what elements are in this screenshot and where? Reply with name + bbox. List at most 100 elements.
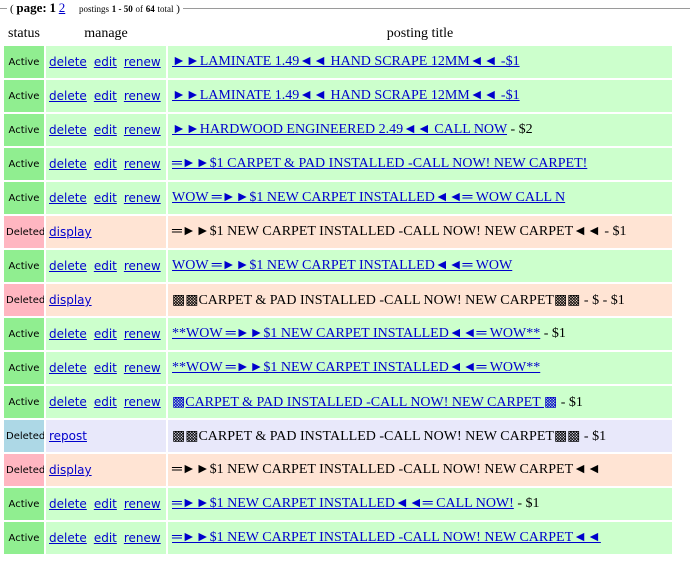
posting-title-cell: **WOW ═►►$1 NEW CARPET INSTALLED◄◄═ WOW*… (168, 318, 672, 350)
manage-cell: delete edit renew (46, 386, 166, 418)
edit-link[interactable]: edit (94, 259, 117, 273)
edit-link[interactable]: edit (94, 123, 117, 137)
posting-title-cell: ═►►$1 NEW CARPET INSTALLED◄◄═ CALL NOW! … (168, 488, 672, 520)
renew-link[interactable]: renew (124, 327, 161, 341)
status-badge: Active (4, 46, 44, 78)
edit-link[interactable]: edit (94, 55, 117, 69)
delete-link[interactable]: delete (49, 191, 87, 205)
renew-link[interactable]: renew (124, 497, 161, 511)
status-badge: Active (4, 386, 44, 418)
renew-link[interactable]: renew (124, 89, 161, 103)
status-badge: Active (4, 488, 44, 520)
manage-cell: delete edit renew (46, 318, 166, 350)
posting-title-cell: **WOW ═►►$1 NEW CARPET INSTALLED◄◄═ WOW*… (168, 352, 672, 384)
postings-rows: Active delete edit renew ►►LAMINATE 1.49◄◄ H… (4, 46, 672, 554)
table-row: Active delete edit renew ═►►$1 CARPET & PAD … (4, 148, 672, 180)
status-badge: Active (4, 182, 44, 214)
posting-title-link[interactable]: ►►HARDWOOD ENGINEERED 2.49◄◄ CALL NOW (172, 122, 507, 137)
display-link[interactable]: display (49, 293, 92, 307)
renew-link[interactable]: renew (124, 531, 161, 545)
posting-title-link[interactable]: **WOW ═►►$1 NEW CARPET INSTALLED◄◄═ WOW*… (172, 326, 540, 341)
posting-title-text: ▩▩CARPET & PAD INSTALLED -CALL NOW! NEW … (172, 292, 581, 308)
edit-link[interactable]: edit (94, 361, 117, 375)
posting-title-link[interactable]: ▩CARPET & PAD INSTALLED -CALL NOW! NEW C… (172, 395, 557, 410)
renew-link[interactable]: renew (124, 55, 161, 69)
edit-link[interactable]: edit (94, 327, 117, 341)
edit-link[interactable]: edit (94, 497, 117, 511)
posting-title-cell: ►►LAMINATE 1.49◄◄ HAND SCRAPE 12MM◄◄ -$1 (168, 80, 672, 112)
status-header: status (4, 24, 44, 44)
manage-cell: display (46, 216, 166, 248)
table-row: Active delete edit renew ►►HARDWOOD ENGINEER… (4, 114, 672, 146)
manage-cell: delete edit renew (46, 182, 166, 214)
posting-title-link[interactable]: **WOW ═►►$1 NEW CARPET INSTALLED◄◄═ WOW*… (172, 360, 540, 375)
posting-title-cell: WOW ═►►$1 NEW CARPET INSTALLED◄◄═ WOW (168, 250, 672, 282)
posting-title-link[interactable]: WOW ═►►$1 NEW CARPET INSTALLED◄◄═ WOW (172, 258, 512, 273)
repost-link[interactable]: repost (49, 429, 87, 443)
renew-link[interactable]: renew (124, 259, 161, 273)
manage-header: manage (46, 24, 166, 44)
delete-link[interactable]: delete (49, 327, 87, 341)
page-2-link[interactable]: 2 (59, 0, 66, 15)
delete-link[interactable]: delete (49, 497, 87, 511)
delete-link[interactable]: delete (49, 531, 87, 545)
status-badge: Active (4, 522, 44, 554)
delete-link[interactable]: delete (49, 395, 87, 409)
posting-title-link[interactable]: ═►►$1 NEW CARPET INSTALLED◄◄═ CALL NOW! (172, 496, 514, 511)
posting-title-link[interactable]: ►►LAMINATE 1.49◄◄ HAND SCRAPE 12MM◄◄ -$1 (172, 88, 520, 103)
edit-link[interactable]: edit (94, 157, 117, 171)
posting-title-text: ═►►$1 NEW CARPET INSTALLED -CALL NOW! NE… (172, 462, 601, 477)
renew-link[interactable]: renew (124, 157, 161, 171)
posting-title-link[interactable]: ►►LAMINATE 1.49◄◄ HAND SCRAPE 12MM◄◄ -$1 (172, 54, 520, 69)
postings-range: 1 - 50 (111, 4, 133, 14)
status-badge: Deleted (4, 420, 44, 452)
delete-link[interactable]: delete (49, 259, 87, 273)
posting-price: - $ - $1 (580, 292, 625, 308)
renew-link[interactable]: renew (124, 123, 161, 137)
table-header-row: status manage posting title (4, 24, 672, 44)
posting-title-cell: ═►►$1 NEW CARPET INSTALLED -CALL NOW! NE… (168, 522, 672, 554)
posting-price: - $1 (513, 496, 540, 511)
status-badge: Active (4, 318, 44, 350)
postings-table: status manage posting title Active delete… (2, 22, 674, 556)
delete-link[interactable]: delete (49, 89, 87, 103)
manage-cell: delete edit renew (46, 46, 166, 78)
edit-link[interactable]: edit (94, 395, 117, 409)
table-row: Active delete edit renew **WOW ═►►$1 NEW CAR… (4, 318, 672, 350)
display-link[interactable]: display (49, 225, 92, 239)
delete-link[interactable]: delete (49, 55, 87, 69)
posting-title-text: ═►►$1 NEW CARPET INSTALLED -CALL NOW! NE… (172, 224, 601, 239)
delete-link[interactable]: delete (49, 123, 87, 137)
table-row: Active delete edit renew ═►►$1 NEW CARPET IN… (4, 488, 672, 520)
status-badge: Active (4, 114, 44, 146)
edit-link[interactable]: edit (94, 191, 117, 205)
renew-link[interactable]: renew (124, 395, 161, 409)
posting-title-link[interactable]: ═►►$1 CARPET & PAD INSTALLED -CALL NOW! … (172, 156, 587, 171)
edit-link[interactable]: edit (94, 89, 117, 103)
delete-link[interactable]: delete (49, 157, 87, 171)
renew-link[interactable]: renew (124, 191, 161, 205)
posting-title-link[interactable]: ═►►$1 NEW CARPET INSTALLED -CALL NOW! NE… (172, 530, 601, 545)
posting-title-cell: ►►HARDWOOD ENGINEERED 2.49◄◄ CALL NOW - … (168, 114, 672, 146)
table-row: Deleted repost ▩▩CARPET & PAD INSTALLED -C… (4, 420, 672, 452)
postings-total: 64 (145, 4, 155, 14)
status-badge: Deleted (4, 284, 44, 316)
table-row: Active delete edit renew **WOW ═►►$1 NEW CAR… (4, 352, 672, 384)
manage-cell: delete edit renew (46, 250, 166, 282)
current-page: 1 (49, 0, 57, 15)
display-link[interactable]: display (49, 463, 92, 477)
posting-price: - $1 (580, 428, 607, 444)
posting-title-link[interactable]: WOW ═►►$1 NEW CARPET INSTALLED◄◄═ WOW CA… (172, 190, 565, 205)
renew-link[interactable]: renew (124, 361, 161, 375)
manage-cell: delete edit renew (46, 80, 166, 112)
posting-title-cell: WOW ═►►$1 NEW CARPET INSTALLED◄◄═ WOW CA… (168, 182, 672, 214)
posting-title-cell: ═►►$1 NEW CARPET INSTALLED -CALL NOW! NE… (168, 216, 672, 248)
status-badge: Active (4, 250, 44, 282)
manage-cell: repost (46, 420, 166, 452)
manage-cell: delete edit renew (46, 148, 166, 180)
delete-link[interactable]: delete (49, 361, 87, 375)
table-row: Active delete edit renew ═►►$1 NEW CARPET IN… (4, 522, 672, 554)
edit-link[interactable]: edit (94, 531, 117, 545)
total-label: total (157, 4, 174, 14)
posting-title-cell: ═►►$1 CARPET & PAD INSTALLED -CALL NOW! … (168, 148, 672, 180)
